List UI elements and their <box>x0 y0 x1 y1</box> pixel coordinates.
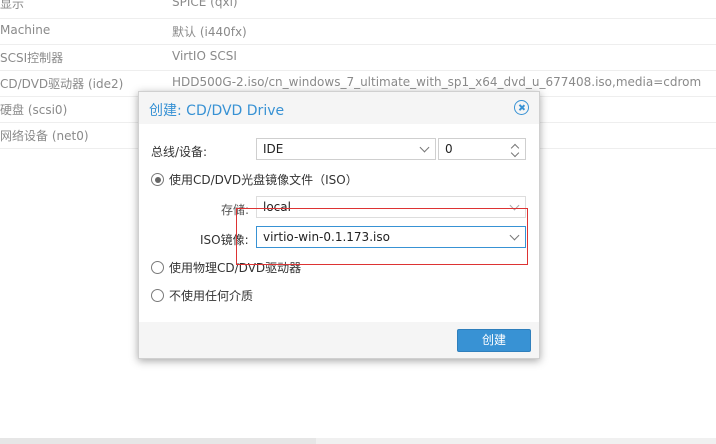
hw-value: VirtIO SCSI <box>172 49 237 63</box>
annotation-highlight-box <box>236 208 528 265</box>
bus-select[interactable]: IDE <box>256 138 436 160</box>
radio-physical-drive[interactable] <box>151 261 164 274</box>
scrollbar-track <box>316 438 716 444</box>
bus-device-label: 总线/设备: <box>151 145 208 159</box>
create-button[interactable]: 创建 <box>457 329 531 352</box>
hw-value: 默认 (i440fx) <box>172 25 247 39</box>
device-index-value: 0 <box>445 142 453 156</box>
close-icon[interactable] <box>514 100 529 115</box>
radio-no-media[interactable] <box>151 289 164 302</box>
dialog-title: 创建: CD/DVD Drive <box>149 103 285 119</box>
bus-select-value: IDE <box>263 142 284 156</box>
hw-key: 显示 <box>0 0 25 11</box>
hw-key: Machine <box>0 23 51 37</box>
hw-key: CD/DVD驱动器 (ide2) <box>0 77 124 91</box>
chevron-down-icon <box>419 142 430 153</box>
hw-value: HDD500G-2.iso/cn_windows_7_ultimate_with… <box>172 75 702 89</box>
hw-key: 网络设备 (net0) <box>0 129 89 143</box>
device-index-stepper[interactable]: 0 <box>438 138 526 160</box>
table-row[interactable]: 显示 SPICE (qxl) <box>0 0 716 19</box>
radio-no-media-label: 不使用任何介质 <box>169 289 254 303</box>
table-row[interactable]: SCSI控制器 VirtIO SCSI <box>0 45 716 71</box>
hw-key: 硬盘 (scsi0) <box>0 103 68 117</box>
radio-use-iso[interactable] <box>151 173 164 186</box>
spin-down-icon[interactable] <box>510 148 520 158</box>
hw-value: SPICE (qxl) <box>172 0 238 9</box>
hw-key: SCSI控制器 <box>0 51 64 65</box>
table-row[interactable]: Machine 默认 (i440fx) <box>0 19 716 45</box>
page: 显示 SPICE (qxl) Machine 默认 (i440fx) SCSI控… <box>0 0 716 444</box>
dialog-header: 创建: CD/DVD Drive <box>139 92 539 124</box>
radio-use-iso-label: 使用CD/DVD光盘镜像文件（ISO） <box>169 173 358 187</box>
dialog-footer: 创建 <box>139 322 539 358</box>
